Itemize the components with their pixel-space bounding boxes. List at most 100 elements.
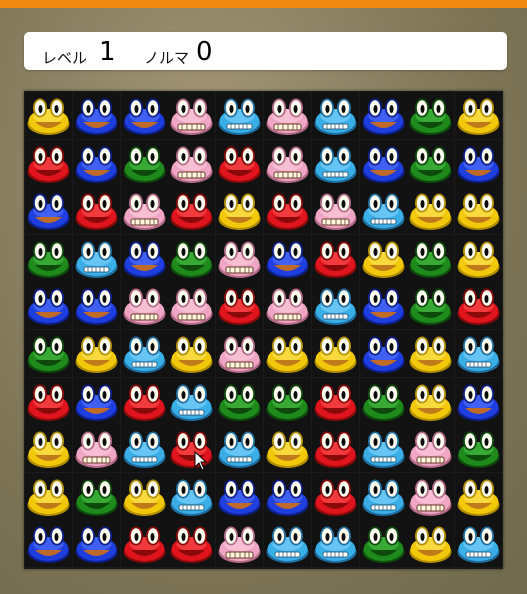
piece-red-r3c6[interactable] — [311, 234, 359, 282]
piece-blue-r0c1[interactable] — [72, 92, 120, 139]
piece-blue-r1c7[interactable] — [359, 139, 407, 187]
piece-blue-r8c5[interactable] — [264, 472, 311, 520]
piece-cyan-r7c4[interactable] — [216, 425, 264, 473]
piece-yellow-r0c0[interactable] — [25, 92, 72, 139]
piece-yellow-r8c0[interactable] — [25, 472, 72, 520]
piece-cyan-r0c6[interactable] — [311, 92, 359, 139]
piece-red-r9c3[interactable] — [168, 520, 216, 568]
piece-red-r1c4[interactable] — [216, 139, 264, 187]
piece-cyan-r0c4[interactable] — [216, 92, 264, 139]
piece-red-r6c2[interactable] — [120, 377, 168, 425]
piece-yellow-r7c5[interactable] — [264, 425, 311, 473]
piece-green-r1c2[interactable] — [120, 139, 168, 187]
piece-pink-r7c8[interactable] — [407, 425, 455, 473]
piece-blue-r6c9[interactable] — [455, 377, 503, 425]
piece-blue-r1c9[interactable] — [455, 139, 503, 187]
piece-green-r4c8[interactable] — [407, 282, 455, 330]
piece-pink-r0c3[interactable] — [168, 92, 216, 139]
piece-yellow-r5c1[interactable] — [72, 330, 120, 377]
piece-yellow-r2c4[interactable] — [216, 187, 264, 235]
piece-pink-r7c1[interactable] — [72, 425, 120, 473]
piece-blue-r0c2[interactable] — [120, 92, 168, 139]
piece-red-r9c2[interactable] — [120, 520, 168, 568]
piece-pink-r2c6[interactable] — [311, 187, 359, 235]
piece-cyan-r4c6[interactable] — [311, 282, 359, 330]
piece-green-r7c9[interactable] — [455, 425, 503, 473]
piece-cyan-r1c6[interactable] — [311, 139, 359, 187]
piece-cyan-r8c3[interactable] — [168, 472, 216, 520]
piece-cyan-r2c7[interactable] — [359, 187, 407, 235]
piece-green-r6c7[interactable] — [359, 377, 407, 425]
piece-pink-r2c2[interactable] — [120, 187, 168, 235]
piece-cyan-r9c5[interactable] — [264, 520, 311, 568]
piece-cyan-r9c6[interactable] — [311, 520, 359, 568]
piece-green-r1c8[interactable] — [407, 139, 455, 187]
piece-yellow-r5c6[interactable] — [311, 330, 359, 377]
piece-blue-r9c0[interactable] — [25, 520, 72, 568]
piece-pink-r4c5[interactable] — [264, 282, 311, 330]
piece-cyan-r7c2[interactable] — [120, 425, 168, 473]
piece-green-r9c7[interactable] — [359, 520, 407, 568]
piece-green-r3c8[interactable] — [407, 234, 455, 282]
game-board[interactable] — [24, 91, 503, 569]
piece-cyan-r9c9[interactable] — [455, 520, 503, 568]
piece-green-r3c3[interactable] — [168, 234, 216, 282]
piece-green-r8c1[interactable] — [72, 472, 120, 520]
piece-cyan-r7c7[interactable] — [359, 425, 407, 473]
piece-cyan-r5c9[interactable] — [455, 330, 503, 377]
piece-yellow-r6c8[interactable] — [407, 377, 455, 425]
piece-blue-r3c2[interactable] — [120, 234, 168, 282]
piece-cyan-r5c2[interactable] — [120, 330, 168, 377]
piece-pink-r9c4[interactable] — [216, 520, 264, 568]
piece-yellow-r5c8[interactable] — [407, 330, 455, 377]
piece-yellow-r5c3[interactable] — [168, 330, 216, 377]
piece-yellow-r3c9[interactable] — [455, 234, 503, 282]
piece-yellow-r2c9[interactable] — [455, 187, 503, 235]
piece-blue-r6c1[interactable] — [72, 377, 120, 425]
piece-yellow-r9c8[interactable] — [407, 520, 455, 568]
piece-pink-r4c3[interactable] — [168, 282, 216, 330]
piece-pink-r3c4[interactable] — [216, 234, 264, 282]
piece-blue-r4c7[interactable] — [359, 282, 407, 330]
piece-cyan-r3c1[interactable] — [72, 234, 120, 282]
piece-blue-r3c5[interactable] — [264, 234, 311, 282]
piece-green-r5c0[interactable] — [25, 330, 72, 377]
piece-blue-r4c1[interactable] — [72, 282, 120, 330]
piece-red-r6c6[interactable] — [311, 377, 359, 425]
piece-red-r4c9[interactable] — [455, 282, 503, 330]
piece-red-r8c6[interactable] — [311, 472, 359, 520]
piece-red-r2c3[interactable] — [168, 187, 216, 235]
piece-cyan-r6c3[interactable] — [168, 377, 216, 425]
piece-green-r6c5[interactable] — [264, 377, 311, 425]
piece-red-r6c0[interactable] — [25, 377, 72, 425]
piece-pink-r1c5[interactable] — [264, 139, 311, 187]
piece-blue-r5c7[interactable] — [359, 330, 407, 377]
piece-blue-r1c1[interactable] — [72, 139, 120, 187]
piece-blue-r9c1[interactable] — [72, 520, 120, 568]
piece-pink-r1c3[interactable] — [168, 139, 216, 187]
piece-red-r1c0[interactable] — [25, 139, 72, 187]
piece-red-r7c6[interactable] — [311, 425, 359, 473]
piece-yellow-r2c8[interactable] — [407, 187, 455, 235]
piece-blue-r2c0[interactable] — [25, 187, 72, 235]
piece-yellow-r0c9[interactable] — [455, 92, 503, 139]
piece-cyan-r8c7[interactable] — [359, 472, 407, 520]
piece-blue-r4c0[interactable] — [25, 282, 72, 330]
piece-red-r4c4[interactable] — [216, 282, 264, 330]
piece-yellow-r5c5[interactable] — [264, 330, 311, 377]
piece-red-r2c5[interactable] — [264, 187, 311, 235]
piece-pink-r0c5[interactable] — [264, 92, 311, 139]
piece-blue-r0c7[interactable] — [359, 92, 407, 139]
piece-pink-r5c4[interactable] — [216, 330, 264, 377]
piece-green-r3c0[interactable] — [25, 234, 72, 282]
piece-yellow-r3c7[interactable] — [359, 234, 407, 282]
piece-pink-r4c2[interactable] — [120, 282, 168, 330]
piece-pink-r8c8[interactable] — [407, 472, 455, 520]
piece-red-r7c3[interactable] — [168, 425, 216, 473]
piece-yellow-r8c2[interactable] — [120, 472, 168, 520]
piece-green-r6c4[interactable] — [216, 377, 264, 425]
piece-blue-r8c4[interactable] — [216, 472, 264, 520]
piece-yellow-r8c9[interactable] — [455, 472, 503, 520]
piece-green-r0c8[interactable] — [407, 92, 455, 139]
piece-red-r2c1[interactable] — [72, 187, 120, 235]
